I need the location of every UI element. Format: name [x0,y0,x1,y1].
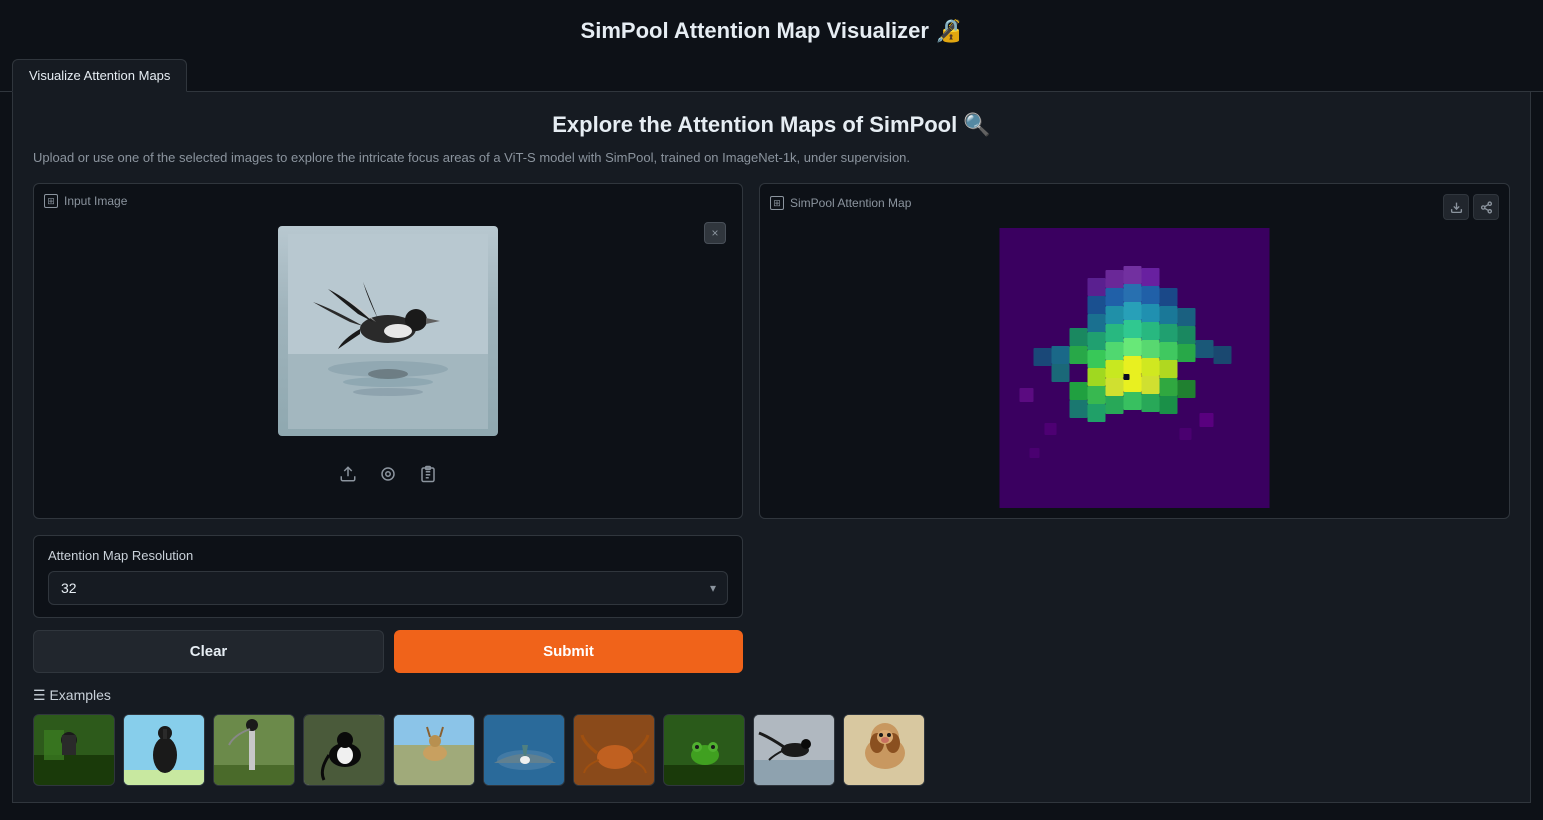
image-icon: ⊞ [44,194,58,208]
resolution-label: Attention Map Resolution [48,548,728,563]
examples-header: ☰ Examples [33,687,1510,704]
example-thumb-7[interactable] [573,714,655,786]
input-image [278,226,498,436]
example-thumb-5[interactable] [393,714,475,786]
resolution-section: Attention Map Resolution 16 32 64 ▾ [33,535,743,618]
example-thumb-9[interactable] [753,714,835,786]
upload-icon[interactable] [334,460,362,488]
tab-visualize[interactable]: Visualize Attention Maps [12,59,187,92]
submit-button[interactable]: Submit [394,630,743,673]
output-image-icon: ⊞ [770,196,784,210]
example-thumb-3[interactable] [213,714,295,786]
examples-grid [33,714,1510,786]
webcam-icon[interactable] [374,460,402,488]
close-button[interactable]: × [704,222,726,244]
output-icon-group [1443,194,1499,220]
resolution-select[interactable]: 16 32 64 [48,571,728,605]
attention-map-svg [770,228,1499,508]
page-title: Explore the Attention Maps of SimPool 🔍 [33,112,1510,138]
download-button[interactable] [1443,194,1469,220]
share-button[interactable] [1473,194,1499,220]
example-thumb-1[interactable] [33,714,115,786]
output-panel-header: ⊞ SimPool Attention Map [770,194,1499,220]
resolution-select-wrapper: 16 32 64 ▾ [48,571,728,605]
examples-section: ☰ Examples [33,687,1510,786]
clear-button[interactable]: Clear [33,630,384,673]
example-thumb-4[interactable] [303,714,385,786]
main-panel: Explore the Attention Maps of SimPool 🔍 … [12,92,1531,803]
output-panel: ⊞ SimPool Attention Map [759,183,1510,519]
image-toolbar [44,454,732,488]
example-thumb-8[interactable] [663,714,745,786]
bird-svg [288,234,488,429]
tab-bar: Visualize Attention Maps [0,58,1543,92]
image-container: × [44,216,732,446]
attention-map [770,228,1499,508]
action-buttons: Clear Submit [33,630,743,673]
app-title: SimPool Attention Map Visualizer 🔏 [0,0,1543,58]
example-thumb-2[interactable] [123,714,205,786]
input-panel: ⊞ Input Image [33,183,743,519]
clipboard-icon[interactable] [414,460,442,488]
input-panel-label: ⊞ Input Image [44,194,732,208]
page-description: Upload or use one of the selected images… [33,150,1510,165]
example-thumb-6[interactable] [483,714,565,786]
example-thumb-10[interactable] [843,714,925,786]
content-row: ⊞ Input Image [33,183,1510,519]
output-panel-label: ⊞ SimPool Attention Map [770,196,911,210]
